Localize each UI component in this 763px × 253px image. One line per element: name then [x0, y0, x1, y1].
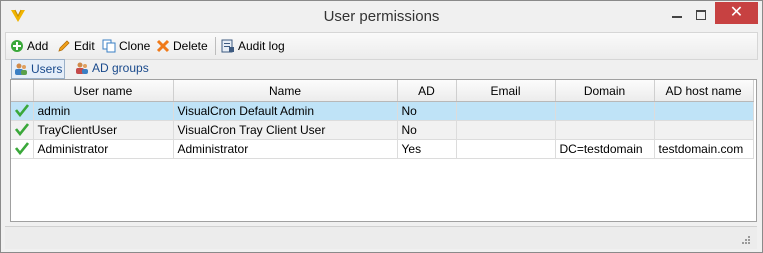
clone-label: Clone — [119, 39, 151, 53]
toolbar: Add Edit Clone Delete Audit log — [5, 32, 758, 60]
users-grid[interactable]: User name Name AD Email Domain AD host n… — [10, 79, 757, 222]
add-button[interactable]: Add — [10, 36, 48, 56]
cell-user-name: admin — [33, 101, 174, 121]
window-title: User permissions — [323, 8, 440, 25]
toolbar-separator — [215, 37, 216, 55]
minimize-button[interactable] — [666, 6, 688, 24]
checkmark-icon — [14, 141, 29, 155]
checkmark-icon — [14, 122, 29, 136]
row-status-cell — [11, 101, 34, 121]
add-icon — [11, 40, 23, 52]
cell-ad: No — [397, 101, 457, 121]
clone-icon — [102, 39, 116, 53]
column-header-name[interactable]: Name — [173, 80, 398, 102]
row-status-cell — [11, 120, 34, 140]
cell-ad-host-name — [654, 120, 754, 140]
tab-users[interactable]: Users — [11, 59, 66, 79]
close-button[interactable]: ✕ — [715, 2, 758, 24]
column-header-status[interactable] — [11, 80, 34, 102]
cell-domain — [555, 101, 655, 121]
cell-email — [456, 101, 556, 121]
row-status-cell — [11, 139, 34, 159]
column-header-domain[interactable]: Domain — [555, 80, 655, 102]
status-bar — [5, 226, 757, 249]
cell-ad: Yes — [397, 139, 457, 159]
column-header-email[interactable]: Email — [456, 80, 556, 102]
checkmark-icon — [14, 103, 29, 117]
pencil-icon — [58, 40, 70, 52]
table-row[interactable]: admin VisualCron Default Admin No — [11, 101, 754, 121]
audit-log-icon — [221, 39, 234, 53]
delete-icon — [156, 39, 170, 53]
cell-ad-host-name: testdomain.com — [654, 139, 754, 159]
cell-email — [456, 120, 556, 140]
cell-email — [456, 139, 556, 159]
audit-log-button[interactable]: Audit log — [221, 36, 285, 56]
user-permissions-window: User permissions ✕ Add Edit Clone Delete… — [0, 0, 763, 253]
users-icon — [15, 63, 27, 75]
table-row[interactable]: Administrator Administrator Yes DC=testd… — [11, 139, 754, 159]
cell-domain: DC=testdomain — [555, 139, 655, 159]
audit-log-label: Audit log — [238, 39, 285, 53]
cell-ad-host-name — [654, 101, 754, 121]
cell-user-name: TrayClientUser — [33, 120, 174, 140]
users-table: User name Name AD Email Domain AD host n… — [11, 80, 754, 159]
edit-label: Edit — [74, 39, 95, 53]
column-header-ad-host-name[interactable]: AD host name — [654, 80, 754, 102]
tab-ad-groups[interactable]: AD groups — [75, 59, 149, 77]
cell-name: Administrator — [173, 139, 398, 159]
delete-button[interactable]: Delete — [156, 36, 208, 56]
resize-grip-icon[interactable] — [741, 235, 751, 245]
title-bar[interactable]: User permissions ✕ — [1, 1, 762, 31]
cell-name: VisualCron Tray Client User — [173, 120, 398, 140]
tab-users-label: Users — [31, 62, 63, 76]
cell-user-name: Administrator — [33, 139, 174, 159]
column-header-user-name[interactable]: User name — [33, 80, 174, 102]
cell-ad: No — [397, 120, 457, 140]
add-label: Add — [27, 39, 49, 53]
tab-ad-groups-label: AD groups — [92, 61, 149, 75]
cell-domain — [555, 120, 655, 140]
clone-button[interactable]: Clone — [102, 36, 150, 56]
table-row[interactable]: TrayClientUser VisualCron Tray Client Us… — [11, 120, 754, 140]
edit-button[interactable]: Edit — [57, 36, 95, 56]
cell-name: VisualCron Default Admin — [173, 101, 398, 121]
column-header-ad[interactable]: AD — [397, 80, 457, 102]
ad-groups-icon — [76, 62, 88, 74]
tab-strip: Users AD groups — [9, 59, 309, 79]
delete-label: Delete — [173, 39, 208, 53]
maximize-button[interactable] — [690, 6, 712, 24]
table-header-row: User name Name AD Email Domain AD host n… — [11, 80, 754, 102]
